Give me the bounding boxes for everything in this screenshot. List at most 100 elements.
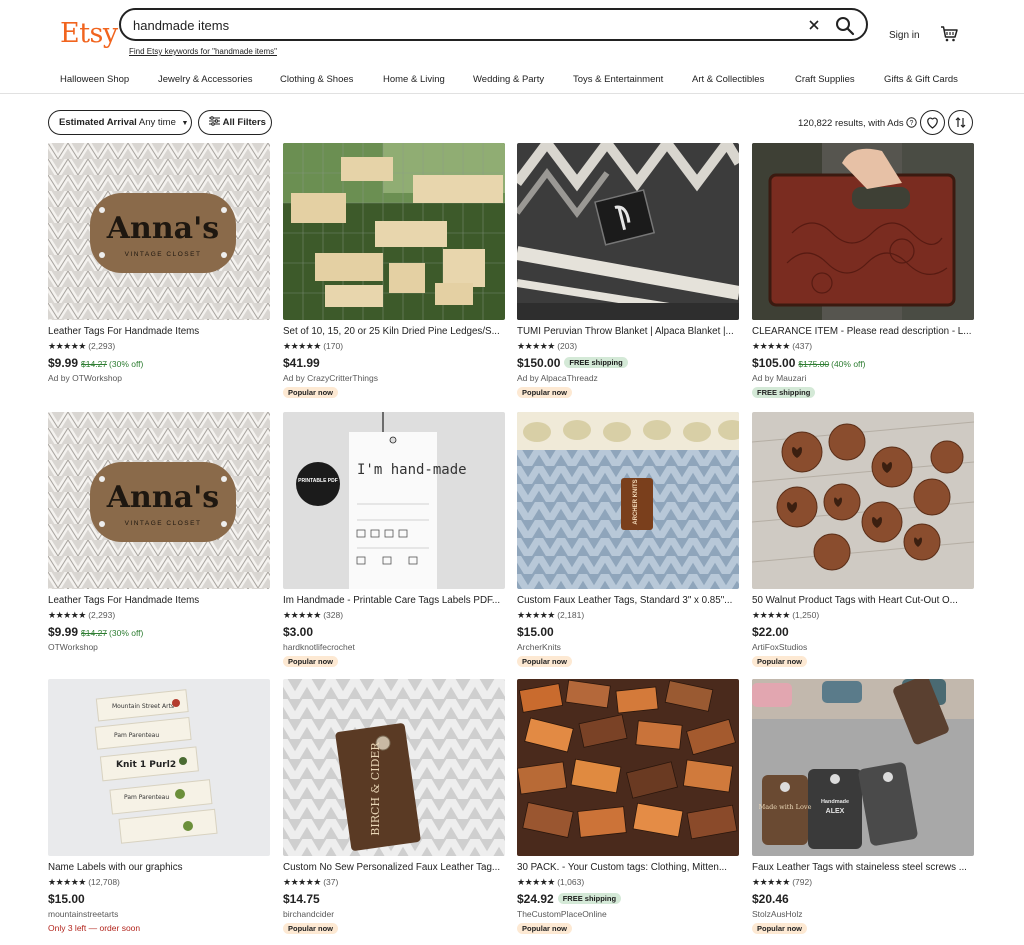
sign-in-link[interactable]: Sign in <box>889 30 920 41</box>
category-link[interactable]: Wedding & Party <box>473 74 544 85</box>
category-link[interactable]: Gifts & Gift Cards <box>884 74 958 85</box>
star-rating-icon: ★★★★★ <box>517 877 555 887</box>
price-row: $41.99 <box>283 354 320 372</box>
category-link[interactable]: Craft Supplies <box>795 74 855 85</box>
price-row: $20.46 <box>752 890 789 908</box>
listing-price: $15.00 <box>48 892 85 906</box>
listing-price: $15.00 <box>517 625 554 639</box>
shop-name[interactable]: Ad by OTWorkshop <box>48 373 122 383</box>
listing-title[interactable]: CLEARANCE ITEM - Please read description… <box>752 326 974 337</box>
category-link[interactable]: Jewelry & Accessories <box>158 74 253 85</box>
shop-name[interactable]: Ad by Mauzari <box>752 373 806 383</box>
review-count: (328) <box>323 610 344 620</box>
arrival-label: Estimated Arrival <box>59 117 137 128</box>
listing-rating: ★★★★★ (2,293) <box>48 610 115 621</box>
listing-card[interactable]: Set of 10, 15, 20 or 25 Kiln Dried Pine … <box>283 143 505 403</box>
search-bar[interactable] <box>119 8 868 41</box>
category-link[interactable]: Toys & Entertainment <box>573 74 663 85</box>
listing-price: $14.75 <box>283 892 320 906</box>
etsy-logo[interactable]: Etsy <box>60 18 118 49</box>
listing-card[interactable]: ARCHER KNITS Custom Faux Leather Tags, S… <box>517 412 739 672</box>
tag-subtext: VINTAGE CLOSET <box>125 520 202 527</box>
keywords-link[interactable]: Find Etsy keywords for "handmade items" <box>129 47 277 56</box>
shop-name[interactable]: Ad by AlpacaThreadz <box>517 373 598 383</box>
search-icon[interactable] <box>833 14 857 38</box>
category-link[interactable]: Home & Living <box>383 74 445 85</box>
shop-name[interactable]: Ad by CrazyCritterThings <box>283 373 378 383</box>
listing-image[interactable]: Made with Love Handmade ALEX <box>752 679 974 856</box>
listing-card[interactable]: 30 PACK. - Your Custom tags: Clothing, M… <box>517 679 739 939</box>
cart-icon[interactable] <box>940 26 958 42</box>
listing-card[interactable]: Mountain Street Arts Pam Parenteau Knit … <box>48 679 270 939</box>
estimated-arrival-dropdown[interactable]: Estimated Arrival Any time ▼ <box>48 110 192 135</box>
discount-text: (30% off) <box>109 628 144 638</box>
listing-image[interactable]: Mountain Street Arts Pam Parenteau Knit … <box>48 679 270 856</box>
listing-card[interactable]: Anna's VINTAGE CLOSET Leather Tags For H… <box>48 143 270 403</box>
listing-price: $150.00 <box>517 356 561 370</box>
star-rating-icon: ★★★★★ <box>517 341 555 351</box>
price-row: $14.75 <box>283 890 320 908</box>
category-link[interactable]: Clothing & Shoes <box>280 74 353 85</box>
shop-name[interactable]: mountainstreetarts <box>48 909 118 919</box>
listing-title[interactable]: Im Handmade - Printable Care Tags Labels… <box>283 595 505 606</box>
listing-title[interactable]: Custom No Sew Personalized Faux Leather … <box>283 862 505 873</box>
listing-title[interactable]: Name Labels with our graphics <box>48 862 270 873</box>
price-row: $9.99 $14.27 (30% off) <box>48 623 143 641</box>
listing-card[interactable]: CLEARANCE ITEM - Please read description… <box>752 143 974 403</box>
heart-icon <box>927 117 938 129</box>
star-rating-icon: ★★★★★ <box>517 610 555 620</box>
listing-title[interactable]: Set of 10, 15, 20 or 25 Kiln Dried Pine … <box>283 326 505 337</box>
shop-name[interactable]: TheCustomPlaceOnline <box>517 909 607 919</box>
close-icon[interactable] <box>804 15 824 35</box>
all-filters-button[interactable]: All Filters <box>198 110 272 135</box>
listing-card[interactable]: BIRCH & CIDER Custom No Sew Personalized… <box>283 679 505 939</box>
listing-title[interactable]: 50 Walnut Product Tags with Heart Cut-Ou… <box>752 595 974 606</box>
sort-icon <box>955 117 966 128</box>
review-count: (203) <box>557 341 578 351</box>
listing-card[interactable]: PRINTABLE PDF I'm hand-made Im Handmade … <box>283 412 505 672</box>
listing-image[interactable]: Anna's VINTAGE CLOSET <box>48 143 270 320</box>
listing-card[interactable]: 50 Walnut Product Tags with Heart Cut-Ou… <box>752 412 974 672</box>
listing-image[interactable]: ARCHER KNITS <box>517 412 739 589</box>
shop-name[interactable]: ArcherKnits <box>517 642 561 652</box>
shop-name[interactable]: hardknotlifecrochet <box>283 642 355 652</box>
category-link[interactable]: Art & Collectibles <box>692 74 764 85</box>
listing-rating: ★★★★★ (37) <box>283 877 338 888</box>
listing-price: $3.00 <box>283 625 314 639</box>
listing-title[interactable]: 30 PACK. - Your Custom tags: Clothing, M… <box>517 862 739 873</box>
listing-image[interactable] <box>752 412 974 589</box>
shop-name[interactable]: ArtiFoxStudios <box>752 642 807 652</box>
sort-button[interactable] <box>948 110 973 135</box>
listing-title[interactable]: TUMI Peruvian Throw Blanket | Alpaca Bla… <box>517 326 739 337</box>
review-count: (1,250) <box>792 610 820 620</box>
help-icon[interactable]: ? <box>906 117 917 128</box>
favorite-search-button[interactable] <box>920 110 945 135</box>
category-link[interactable]: Halloween Shop <box>60 74 129 85</box>
listing-image[interactable]: BIRCH & CIDER <box>283 679 505 856</box>
label-text: Knit 1 Purl2 <box>116 760 176 770</box>
listing-rating: ★★★★★ (12,708) <box>48 877 120 888</box>
listing-image[interactable] <box>752 143 974 320</box>
care-tag-text: I'm hand-made <box>357 462 467 478</box>
shop-name[interactable]: birchandcider <box>283 909 334 919</box>
listing-image[interactable] <box>517 143 739 320</box>
shop-name[interactable]: StolzAusHolz <box>752 909 803 919</box>
listing-image[interactable]: PRINTABLE PDF I'm hand-made <box>283 412 505 589</box>
shop-name[interactable]: OTWorkshop <box>48 642 98 652</box>
listing-image[interactable]: Anna's VINTAGE CLOSET <box>48 412 270 589</box>
review-count: (170) <box>323 341 344 351</box>
arrival-value: Any time <box>138 117 176 128</box>
listing-card[interactable]: Anna's VINTAGE CLOSET Leather Tags For H… <box>48 412 270 672</box>
popular-now-badge: Popular now <box>283 387 338 398</box>
listing-title[interactable]: Custom Faux Leather Tags, Standard 3" x … <box>517 595 739 606</box>
listing-card[interactable]: Made with Love Handmade ALEX Faux Leathe… <box>752 679 974 939</box>
listing-title[interactable]: Leather Tags For Handmade Items <box>48 595 270 606</box>
listing-image[interactable] <box>517 679 739 856</box>
listing-rating: ★★★★★ (328) <box>283 610 343 621</box>
listing-title[interactable]: Faux Leather Tags with staineless steel … <box>752 862 974 873</box>
listing-image[interactable] <box>283 143 505 320</box>
listing-title[interactable]: Leather Tags For Handmade Items <box>48 326 270 337</box>
listing-card[interactable]: TUMI Peruvian Throw Blanket | Alpaca Bla… <box>517 143 739 403</box>
review-count: (2,293) <box>88 341 116 351</box>
search-input[interactable] <box>133 16 793 34</box>
